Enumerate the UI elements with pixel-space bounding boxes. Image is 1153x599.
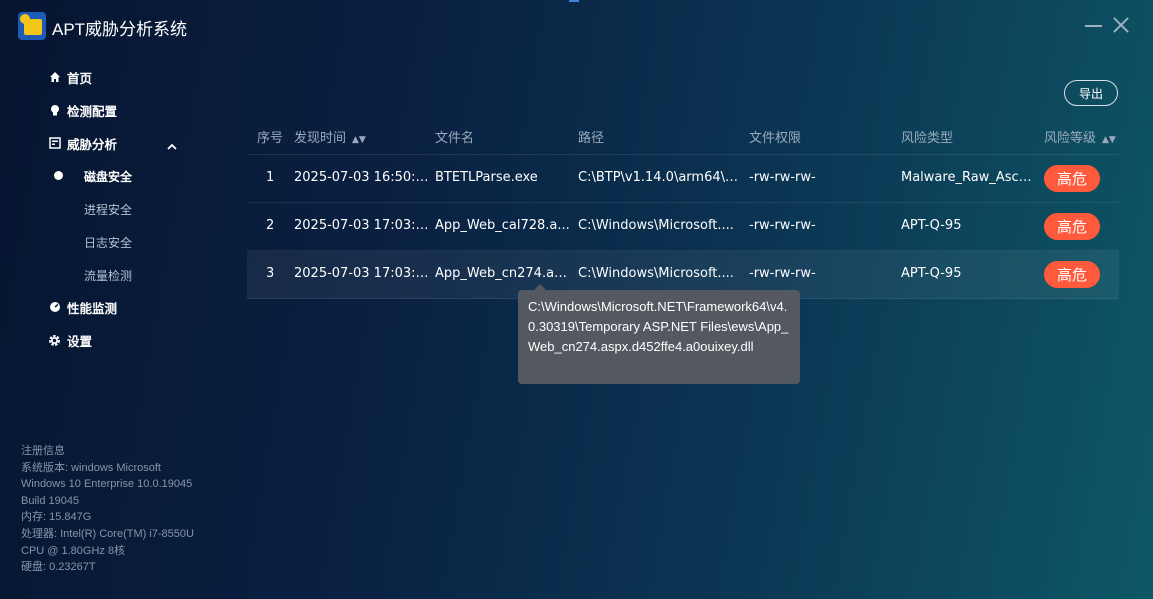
active-dot-icon bbox=[54, 171, 63, 180]
sort-icon[interactable]: ▲▼ bbox=[352, 135, 366, 145]
cell-file: App_Web_cal728.a... bbox=[435, 218, 570, 233]
risk-level-badge: 高危 bbox=[1044, 261, 1100, 288]
cell-file: BTETLParse.exe bbox=[435, 170, 538, 185]
minimize-icon[interactable] bbox=[1083, 14, 1105, 36]
sidebar-item-settings[interactable]: 设置 bbox=[48, 329, 92, 351]
cell-index: 2 bbox=[266, 218, 275, 233]
cell-path[interactable]: C:\Windows\Microsoft.... bbox=[578, 266, 742, 281]
table-row[interactable]: 1 2025-07-03 16:50:31 BTETLParse.exe C:\… bbox=[247, 155, 1119, 203]
header-path: 路径 bbox=[578, 131, 605, 146]
header-index: 序号 bbox=[257, 131, 284, 146]
sys-info-line: CPU @ 1.80GHz 8核 bbox=[21, 544, 126, 557]
bulb-icon bbox=[48, 104, 61, 117]
sidebar-item-threat-analysis[interactable]: 威胁分析 bbox=[48, 132, 117, 154]
cell-type: APT-Q-95 bbox=[901, 266, 962, 281]
sidebar-subitem-disk[interactable]: 磁盘安全 bbox=[84, 168, 132, 185]
cell-path[interactable]: C:\BTP\v1.14.0\arm64\B... bbox=[578, 170, 742, 185]
sys-info-line: 硬盘: 0.23267T bbox=[21, 561, 96, 574]
header-time-label: 发现时间 bbox=[294, 131, 347, 146]
cell-type: Malware_Raw_Asce... bbox=[901, 170, 1037, 185]
header-level[interactable]: 风险等级 ▲▼ bbox=[1044, 127, 1116, 146]
chevron-up-icon[interactable] bbox=[166, 138, 178, 150]
sidebar-item-label: 检测配置 bbox=[67, 103, 118, 119]
header-file: 文件名 bbox=[435, 131, 475, 146]
sidebar-item-label: 首页 bbox=[67, 70, 93, 86]
cell-time: 2025-07-03 16:50:31 bbox=[294, 170, 429, 185]
sidebar-item-detect-config[interactable]: 检测配置 bbox=[48, 99, 117, 121]
table-header: 序号 发现时间 ▲▼ 文件名 路径 文件权限 风险类型 风险等级 ▲▼ bbox=[247, 118, 1119, 155]
sys-info-line: Build 19045 bbox=[21, 494, 80, 507]
analysis-icon bbox=[48, 137, 61, 150]
sidebar-item-home[interactable]: 首页 bbox=[48, 66, 92, 88]
cell-perm: -rw-rw-rw- bbox=[749, 170, 816, 185]
sys-info-line: 处理器: Intel(R) Core(TM) i7-8550U bbox=[21, 527, 194, 540]
cell-type: APT-Q-95 bbox=[901, 218, 962, 233]
threat-table: 序号 发现时间 ▲▼ 文件名 路径 文件权限 风险类型 风险等级 ▲▼ 1 2025… bbox=[247, 118, 1119, 299]
cell-path[interactable]: C:\Windows\Microsoft.... bbox=[578, 218, 742, 233]
sys-info-line: 内存: 15.847G bbox=[21, 511, 92, 524]
sidebar-item-label: 威胁分析 bbox=[67, 136, 118, 152]
risk-level-badge: 高危 bbox=[1044, 165, 1100, 192]
gauge-icon bbox=[48, 301, 61, 314]
sidebar-subitem-process[interactable]: 进程安全 bbox=[84, 201, 132, 218]
app-logo-icon bbox=[18, 12, 46, 40]
cell-time: 2025-07-03 17:03:26 bbox=[294, 218, 429, 233]
system-info: 注册信息 系统版本: windows Microsoft Windows 10 … bbox=[21, 443, 194, 576]
export-button[interactable]: 导出 bbox=[1064, 80, 1118, 106]
sidebar-subitem-traffic[interactable]: 流量检测 bbox=[84, 267, 132, 284]
top-edge-marker bbox=[569, 0, 579, 2]
path-tooltip: C:\Windows\Microsoft.NET\Framework64\v4.… bbox=[518, 284, 800, 384]
sidebar-item-label: 设置 bbox=[67, 333, 93, 349]
sidebar-item-label: 性能监测 bbox=[67, 300, 118, 316]
header-time[interactable]: 发现时间 ▲▼ bbox=[294, 127, 429, 146]
table-row[interactable]: 2 2025-07-03 17:03:26 App_Web_cal728.a..… bbox=[247, 203, 1119, 251]
cell-file: App_Web_cn274.as... bbox=[435, 266, 570, 281]
cell-perm: -rw-rw-rw- bbox=[749, 266, 816, 281]
cell-index: 3 bbox=[266, 266, 275, 281]
home-icon bbox=[48, 71, 61, 84]
sys-info-line: 注册信息 bbox=[21, 445, 65, 457]
sys-info-line: Windows 10 Enterprise 10.0.19045 bbox=[21, 478, 193, 491]
header-perm: 文件权限 bbox=[749, 131, 802, 146]
gear-icon bbox=[48, 334, 61, 347]
header-type: 风险类型 bbox=[901, 131, 954, 146]
sort-icon[interactable]: ▲▼ bbox=[1102, 135, 1116, 145]
sidebar-subitem-log[interactable]: 日志安全 bbox=[84, 234, 132, 251]
header-level-label: 风险等级 bbox=[1044, 131, 1097, 146]
risk-level-badge: 高危 bbox=[1044, 213, 1100, 240]
cell-index: 1 bbox=[266, 170, 275, 185]
cell-time: 2025-07-03 17:03:31 bbox=[294, 266, 429, 281]
app-title: APT威胁分析系统 bbox=[52, 20, 188, 39]
close-icon[interactable] bbox=[1110, 14, 1132, 36]
sidebar-item-perf-monitor[interactable]: 性能监测 bbox=[48, 296, 117, 318]
sys-info-line: 系统版本: windows Microsoft bbox=[21, 461, 161, 474]
cell-perm: -rw-rw-rw- bbox=[749, 218, 816, 233]
